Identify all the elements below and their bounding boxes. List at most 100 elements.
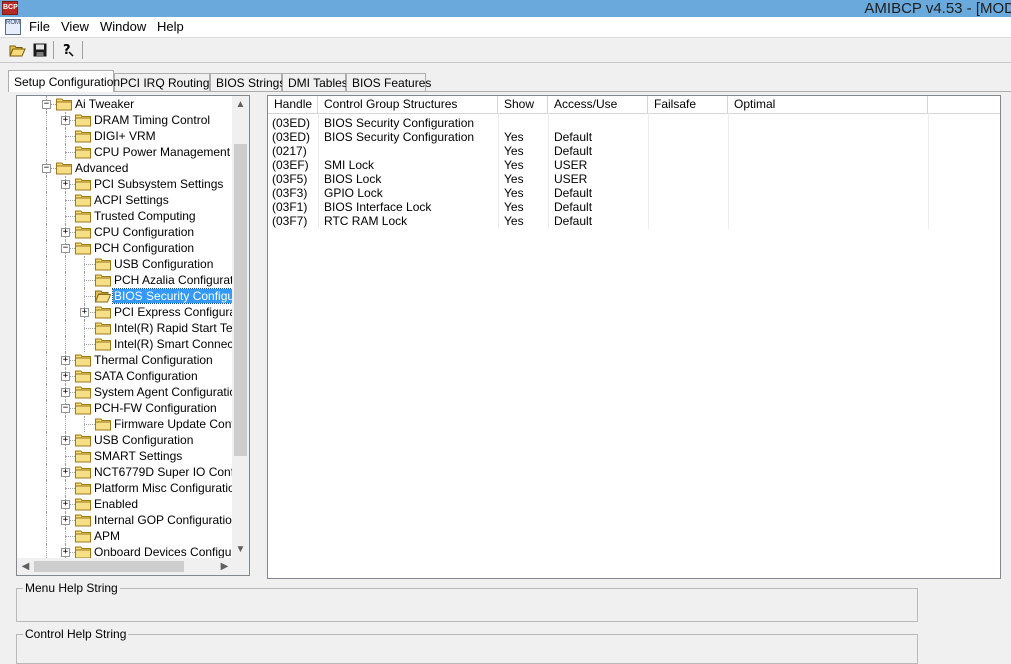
tree-item[interactable]: + SATA Configuration (17, 368, 237, 384)
expand-plus-icon[interactable]: + (61, 516, 70, 525)
tab-dmi-tables[interactable]: DMI Tables (282, 73, 348, 91)
cell-access-use[interactable]: Default (554, 200, 592, 214)
tree-item[interactable]: Intel(R) Rapid Start Techn (17, 320, 249, 336)
tree-item[interactable]: + DRAM Timing Control (17, 112, 237, 128)
tree-item[interactable]: Platform Misc Configuration (17, 480, 241, 496)
expand-plus-icon[interactable]: + (61, 372, 70, 381)
tree-item[interactable]: + NCT6779D Super IO Configu (17, 464, 249, 480)
tree-item[interactable]: CPU Power Management (17, 144, 237, 160)
tab-setup-configuration[interactable]: Setup Configuration (8, 70, 120, 92)
save-button[interactable] (30, 40, 50, 60)
cell-control-group[interactable]: BIOS Interface Lock (324, 200, 431, 214)
grid-row[interactable]: (0217) Yes Default (268, 144, 1000, 158)
tree-item[interactable]: − Advanced (17, 160, 237, 176)
tree-item[interactable]: PCH Azalia Configuration (17, 272, 249, 288)
tree-hscroll-thumb[interactable] (34, 561, 184, 572)
control-group-grid[interactable]: Handle Control Group Structures Show Acc… (267, 95, 1001, 579)
scroll-right-icon[interactable]: ▶ (216, 558, 233, 575)
collapse-minus-icon[interactable]: − (42, 164, 51, 173)
column-header-access-use[interactable]: Access/Use (548, 96, 648, 113)
tree-item[interactable]: ACPI Settings (17, 192, 237, 208)
column-header-show[interactable]: Show (498, 96, 548, 113)
document-icon[interactable]: ROM (5, 19, 21, 35)
tab-bios-strings[interactable]: BIOS Strings (210, 73, 285, 91)
tree-item[interactable]: − PCH Configuration (17, 240, 237, 256)
tree-item[interactable]: BIOS Security Configurati (17, 288, 249, 304)
expand-plus-icon[interactable]: + (61, 228, 70, 237)
cell-handle[interactable]: (0217) (272, 144, 307, 158)
cell-control-group[interactable]: BIOS Security Configuration (324, 130, 474, 144)
menu-help[interactable]: Help (157, 17, 184, 37)
expand-plus-icon[interactable]: + (61, 468, 70, 477)
tree-item[interactable]: + System Agent Configuration (17, 384, 243, 400)
tree-horizontal-scrollbar[interactable]: ◀ ▶ (17, 558, 249, 575)
grid-row[interactable]: (03ED) BIOS Security Configuration Yes Defa… (268, 130, 1000, 144)
cell-control-group[interactable]: BIOS Lock (324, 172, 381, 186)
expand-plus-icon[interactable]: + (80, 308, 89, 317)
amibcp-app-icon[interactable]: BCP (2, 1, 18, 15)
column-header-handle[interactable]: Handle (268, 96, 318, 113)
cell-access-use[interactable]: Default (554, 214, 592, 228)
tree-item[interactable]: SMART Settings (17, 448, 237, 464)
expand-plus-icon[interactable]: + (61, 356, 70, 365)
cell-access-use[interactable]: USER (554, 172, 587, 186)
grid-row[interactable]: (03F1) BIOS Interface Lock Yes Default (268, 200, 1000, 214)
setup-tree-view[interactable]: − Ai Tweaker + DRAM Timing Control DIGI+ VRM… (16, 95, 250, 576)
tree-item[interactable]: − PCH-FW Configuration (17, 400, 237, 416)
grid-row[interactable]: (03EF) SMI Lock Yes USER (268, 158, 1000, 172)
expand-plus-icon[interactable]: + (61, 548, 70, 557)
column-header-control-group[interactable]: Control Group Structures (318, 96, 498, 113)
cell-control-group[interactable]: RTC RAM Lock (324, 214, 407, 228)
cell-show[interactable]: Yes (504, 172, 524, 186)
cell-access-use[interactable]: Default (554, 144, 592, 158)
menu-window[interactable]: Window (100, 17, 146, 37)
tab-bios-features[interactable]: BIOS Features (346, 73, 431, 91)
cell-handle[interactable]: (03F3) (272, 186, 307, 200)
tree-item[interactable]: APM (17, 528, 237, 544)
cell-control-group[interactable]: SMI Lock (324, 158, 374, 172)
tree-item[interactable]: USB Configuration (17, 256, 237, 272)
tree-item[interactable]: Trusted Computing (17, 208, 237, 224)
tree-item[interactable]: Intel(R) Smart Connect Te (17, 336, 249, 352)
tree-vscroll-thumb[interactable] (234, 144, 247, 456)
tree-item[interactable]: + Enabled (17, 496, 237, 512)
menu-file[interactable]: File (29, 17, 50, 37)
scroll-down-icon[interactable]: ▼ (232, 541, 249, 558)
grid-row[interactable]: (03F3) GPIO Lock Yes Default (268, 186, 1000, 200)
cell-handle[interactable]: (03F7) (272, 214, 307, 228)
cell-control-group[interactable]: BIOS Security Configuration (324, 116, 474, 130)
tree-item[interactable]: Firmware Update Configu (17, 416, 249, 432)
cell-access-use[interactable]: Default (554, 130, 592, 144)
tree-item[interactable]: + PCI Express Configuration (17, 304, 249, 320)
open-button[interactable] (7, 40, 27, 60)
scroll-up-icon[interactable]: ▲ (232, 96, 249, 113)
tree-item[interactable]: + Thermal Configuration (17, 352, 237, 368)
collapse-minus-icon[interactable]: − (42, 100, 51, 109)
expand-plus-icon[interactable]: + (61, 436, 70, 445)
tree-vertical-scrollbar[interactable]: ▲ ▼ (232, 96, 249, 558)
cell-handle[interactable]: (03ED) (272, 130, 310, 144)
tree-item[interactable]: + USB Configuration (17, 432, 237, 448)
grid-row[interactable]: (03ED) BIOS Security Configuration (268, 116, 1000, 130)
cell-handle[interactable]: (03ED) (272, 116, 310, 130)
scroll-left-icon[interactable]: ◀ (17, 558, 34, 575)
tree-item[interactable]: + CPU Configuration (17, 224, 237, 240)
help-button[interactable]: ? (58, 40, 78, 60)
tree-item[interactable]: − Ai Tweaker (17, 96, 237, 112)
expand-plus-icon[interactable]: + (61, 180, 70, 189)
expand-plus-icon[interactable]: + (61, 116, 70, 125)
cell-handle[interactable]: (03F5) (272, 172, 307, 186)
cell-show[interactable]: Yes (504, 200, 524, 214)
cell-access-use[interactable]: Default (554, 186, 592, 200)
grid-row[interactable]: (03F7) RTC RAM Lock Yes Default (268, 214, 1000, 228)
cell-show[interactable]: Yes (504, 186, 524, 200)
cell-handle[interactable]: (03EF) (272, 158, 309, 172)
expand-plus-icon[interactable]: + (61, 388, 70, 397)
cell-show[interactable]: Yes (504, 130, 524, 144)
expand-plus-icon[interactable]: + (61, 500, 70, 509)
cell-access-use[interactable]: USER (554, 158, 587, 172)
tree-item[interactable]: DIGI+ VRM (17, 128, 237, 144)
grid-row[interactable]: (03F5) BIOS Lock Yes USER (268, 172, 1000, 186)
cell-show[interactable]: Yes (504, 214, 524, 228)
tree-item[interactable]: + Internal GOP Configuration (17, 512, 239, 528)
